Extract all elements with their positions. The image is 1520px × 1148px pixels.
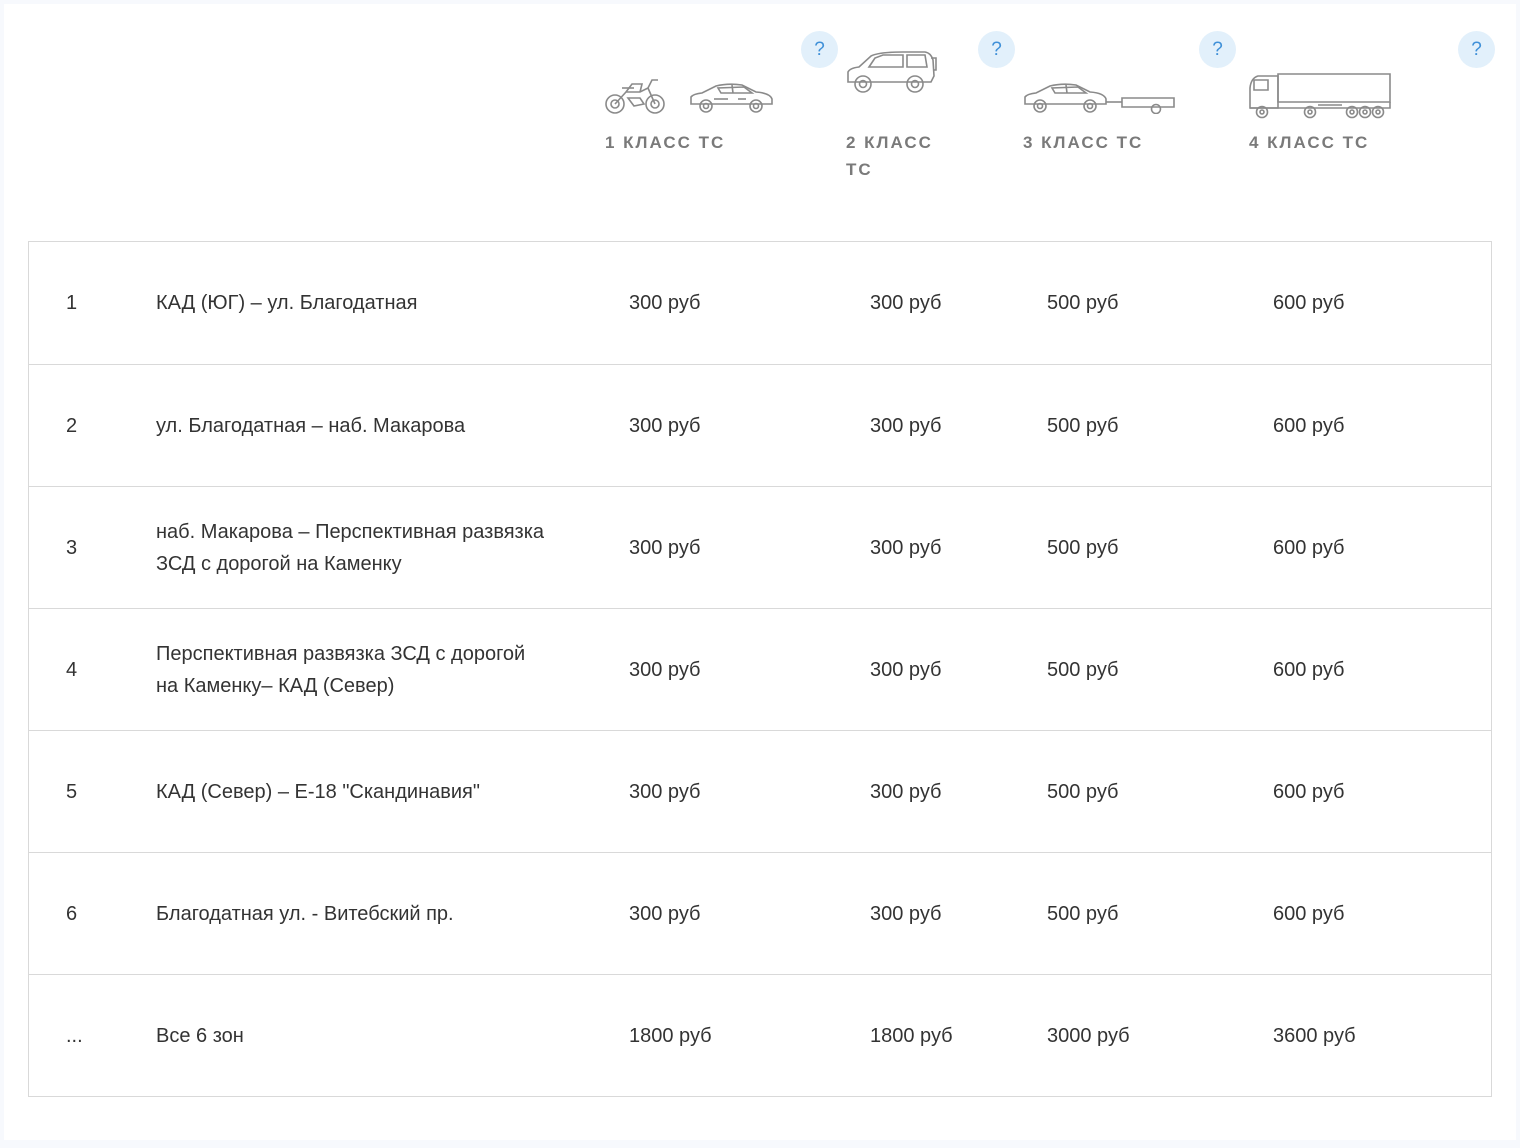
price-class-3: 500 руб xyxy=(1047,658,1119,681)
sedan-icon xyxy=(688,82,774,114)
class-2-help-button[interactable]: ? xyxy=(978,31,1015,68)
table-row: 4 Перспективная развязка ЗСД с дорогой н… xyxy=(29,608,1491,730)
price-class-4: 600 руб xyxy=(1273,902,1345,925)
class-3-header: ? 3 класс ТС xyxy=(1022,4,1248,244)
price-class-1: 300 руб xyxy=(629,902,701,925)
class-4-header: ? 4 класс ТС xyxy=(1248,4,1516,244)
zone-name: ул. Благодатная – наб. Макарова xyxy=(156,414,466,437)
price-class-3: 500 руб xyxy=(1047,780,1119,803)
price-class-1: 300 руб xyxy=(629,414,701,437)
zone-name: Благодатная ул. - Витебский пр. xyxy=(156,902,454,925)
zone-number: ... xyxy=(66,1024,83,1047)
price-class-3: 500 руб xyxy=(1047,902,1119,925)
price-class-3: 3000 руб xyxy=(1047,1024,1130,1047)
zone-number: 4 xyxy=(66,658,78,681)
price-class-1: 300 руб xyxy=(629,658,701,681)
tariff-table: 1 КАД (ЮГ) – ул. Благодатная 300 руб 300… xyxy=(28,241,1492,1097)
table-row-total: ... Все 6 зон 1800 руб 1800 руб 3000 руб… xyxy=(29,974,1491,1096)
table-row: 5 КАД (Север) – Е-18 "Скандинавия" 300 р… xyxy=(29,730,1491,852)
suv-icon xyxy=(845,50,937,94)
zone-name: наб. Макарова – Перспективная развязка З… xyxy=(156,520,545,575)
price-class-4: 600 руб xyxy=(1273,658,1345,681)
price-class-2: 300 руб xyxy=(870,780,942,803)
zone-number: 1 xyxy=(66,292,78,314)
class-2-header: ? 2 класс ТС xyxy=(845,4,1021,244)
class-3-help-button[interactable]: ? xyxy=(1199,31,1236,68)
price-class-2: 300 руб xyxy=(870,536,942,559)
car-with-trailer-icon xyxy=(1022,80,1178,114)
zone-name: Все 6 зон xyxy=(156,1024,244,1047)
zone-number: 3 xyxy=(66,536,78,559)
table-row: 3 наб. Макарова – Перспективная развязка… xyxy=(29,486,1491,608)
class-2-label: 2 класс ТС xyxy=(846,133,933,179)
price-class-2: 300 руб xyxy=(870,902,942,925)
table-row: 1 КАД (ЮГ) – ул. Благодатная 300 руб 300… xyxy=(29,242,1491,364)
price-class-2: 300 руб xyxy=(870,292,942,314)
price-class-4: 600 руб xyxy=(1273,414,1345,437)
zone-name: Перспективная развязка ЗСД с дорогой на … xyxy=(156,642,526,697)
table-row: 2 ул. Благодатная – наб. Макарова 300 ру… xyxy=(29,364,1491,486)
zone-number: 5 xyxy=(66,780,78,803)
class-4-help-button[interactable]: ? xyxy=(1458,31,1495,68)
price-class-3: 500 руб xyxy=(1047,414,1119,437)
price-class-3: 500 руб xyxy=(1047,292,1119,314)
class-1-label: 1 класс ТС xyxy=(605,133,726,152)
price-class-1: 300 руб xyxy=(629,780,701,803)
truck-icon xyxy=(1248,72,1392,120)
price-class-1: 1800 руб xyxy=(629,1024,712,1047)
price-class-2: 300 руб xyxy=(870,414,942,437)
table-row: 6 Благодатная ул. - Витебский пр. 300 ру… xyxy=(29,852,1491,974)
zone-name: КАД (Север) – Е-18 "Скандинавия" xyxy=(156,780,480,803)
price-class-1: 300 руб xyxy=(629,536,701,559)
class-1-help-button[interactable]: ? xyxy=(801,31,838,68)
price-class-1: 300 руб xyxy=(629,292,701,314)
class-4-label: 4 класс ТС xyxy=(1249,133,1370,152)
price-class-4: 600 руб xyxy=(1273,536,1345,559)
class-1-header: ? 1 класс ТС xyxy=(604,4,844,244)
zone-number: 2 xyxy=(66,414,78,437)
zone-name: КАД (ЮГ) – ул. Благодатная xyxy=(156,292,418,314)
price-class-4: 600 руб xyxy=(1273,292,1345,314)
price-class-4: 600 руб xyxy=(1273,780,1345,803)
price-class-3: 500 руб xyxy=(1047,536,1119,559)
zone-number: 6 xyxy=(66,902,78,925)
class-3-label: 3 класс ТС xyxy=(1023,133,1144,152)
price-class-4: 3600 руб xyxy=(1273,1024,1356,1047)
price-class-2: 1800 руб xyxy=(870,1024,953,1047)
price-class-2: 300 руб xyxy=(870,658,942,681)
tariff-table-page: ? 1 класс ТС ? 2 класс ТС xyxy=(4,4,1516,1140)
motorcycle-icon xyxy=(604,76,668,116)
